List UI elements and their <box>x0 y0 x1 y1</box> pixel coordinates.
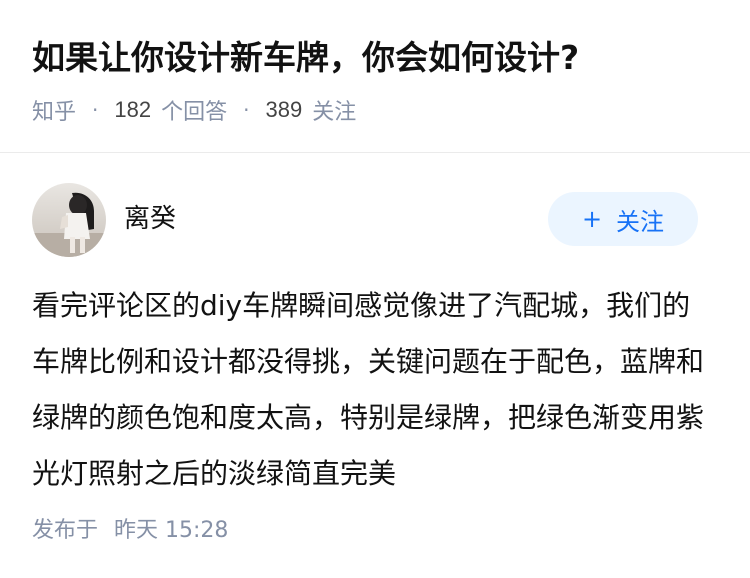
answer-content[interactable]: 看完评论区的diy车牌瞬间感觉像进了汽配城，我们的车牌比例和设计都没得挑，关键问… <box>32 278 712 502</box>
author-row: 离癸 + 关注 <box>32 183 698 257</box>
question-header: 如果让你设计新车牌，你会如何设计? 知乎 · 182 个回答 · 389 关注 <box>0 0 750 153</box>
published-time: 昨天 15:28 <box>114 518 229 543</box>
avatar-photo-icon <box>32 183 106 257</box>
source-label[interactable]: 知乎 <box>32 94 76 126</box>
published-label: 发布于 <box>32 518 99 543</box>
answer-count-label: 个回答 <box>161 100 228 125</box>
answer-count: 182 <box>114 97 152 122</box>
answer-time: 发布于 昨天 15:28 <box>32 508 228 548</box>
follow-button[interactable]: + 关注 <box>548 192 698 246</box>
follow-button-label: 关注 <box>616 207 665 236</box>
author-avatar[interactable] <box>32 183 106 257</box>
author-name[interactable]: 离癸 <box>124 201 176 237</box>
meta-separator: · <box>243 98 250 122</box>
question-title[interactable]: 如果让你设计新车牌，你会如何设计? <box>32 34 579 82</box>
meta-separator: · <box>92 98 99 122</box>
follower-count-label: 关注 <box>312 100 357 125</box>
follower-count: 389 <box>265 97 303 122</box>
question-meta: 知乎 · 182 个回答 · 389 关注 <box>32 92 356 128</box>
plus-icon: + <box>581 205 603 233</box>
